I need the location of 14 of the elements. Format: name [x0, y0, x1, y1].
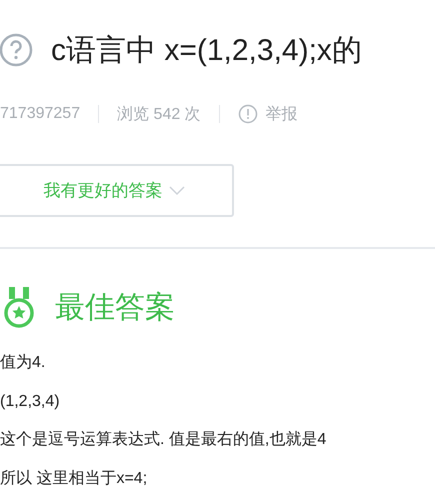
answer-line: 值为4.: [0, 352, 46, 373]
view-count: 浏览 542 次: [117, 104, 201, 124]
chevron-down-icon: [168, 186, 184, 196]
help-icon: [0, 33, 33, 67]
alert-icon[interactable]: [238, 104, 258, 124]
answer-line: (1,2,3,4): [0, 392, 61, 412]
author-name: 717397257: [0, 105, 80, 123]
better-answer-button[interactable]: 我有更好的答案: [0, 164, 234, 217]
answer-line: 这个是逗号运算表达式. 值是最右的值,也就是4: [0, 430, 328, 450]
medal-icon: [3, 286, 35, 328]
best-answer-heading: 最佳答案: [55, 288, 175, 326]
answer-line: 所以 这里相当于x=4;: [0, 468, 148, 488]
question-title: c语言中 x=(1,2,3,4);x的: [51, 32, 362, 68]
report-link[interactable]: 举报: [266, 104, 298, 124]
